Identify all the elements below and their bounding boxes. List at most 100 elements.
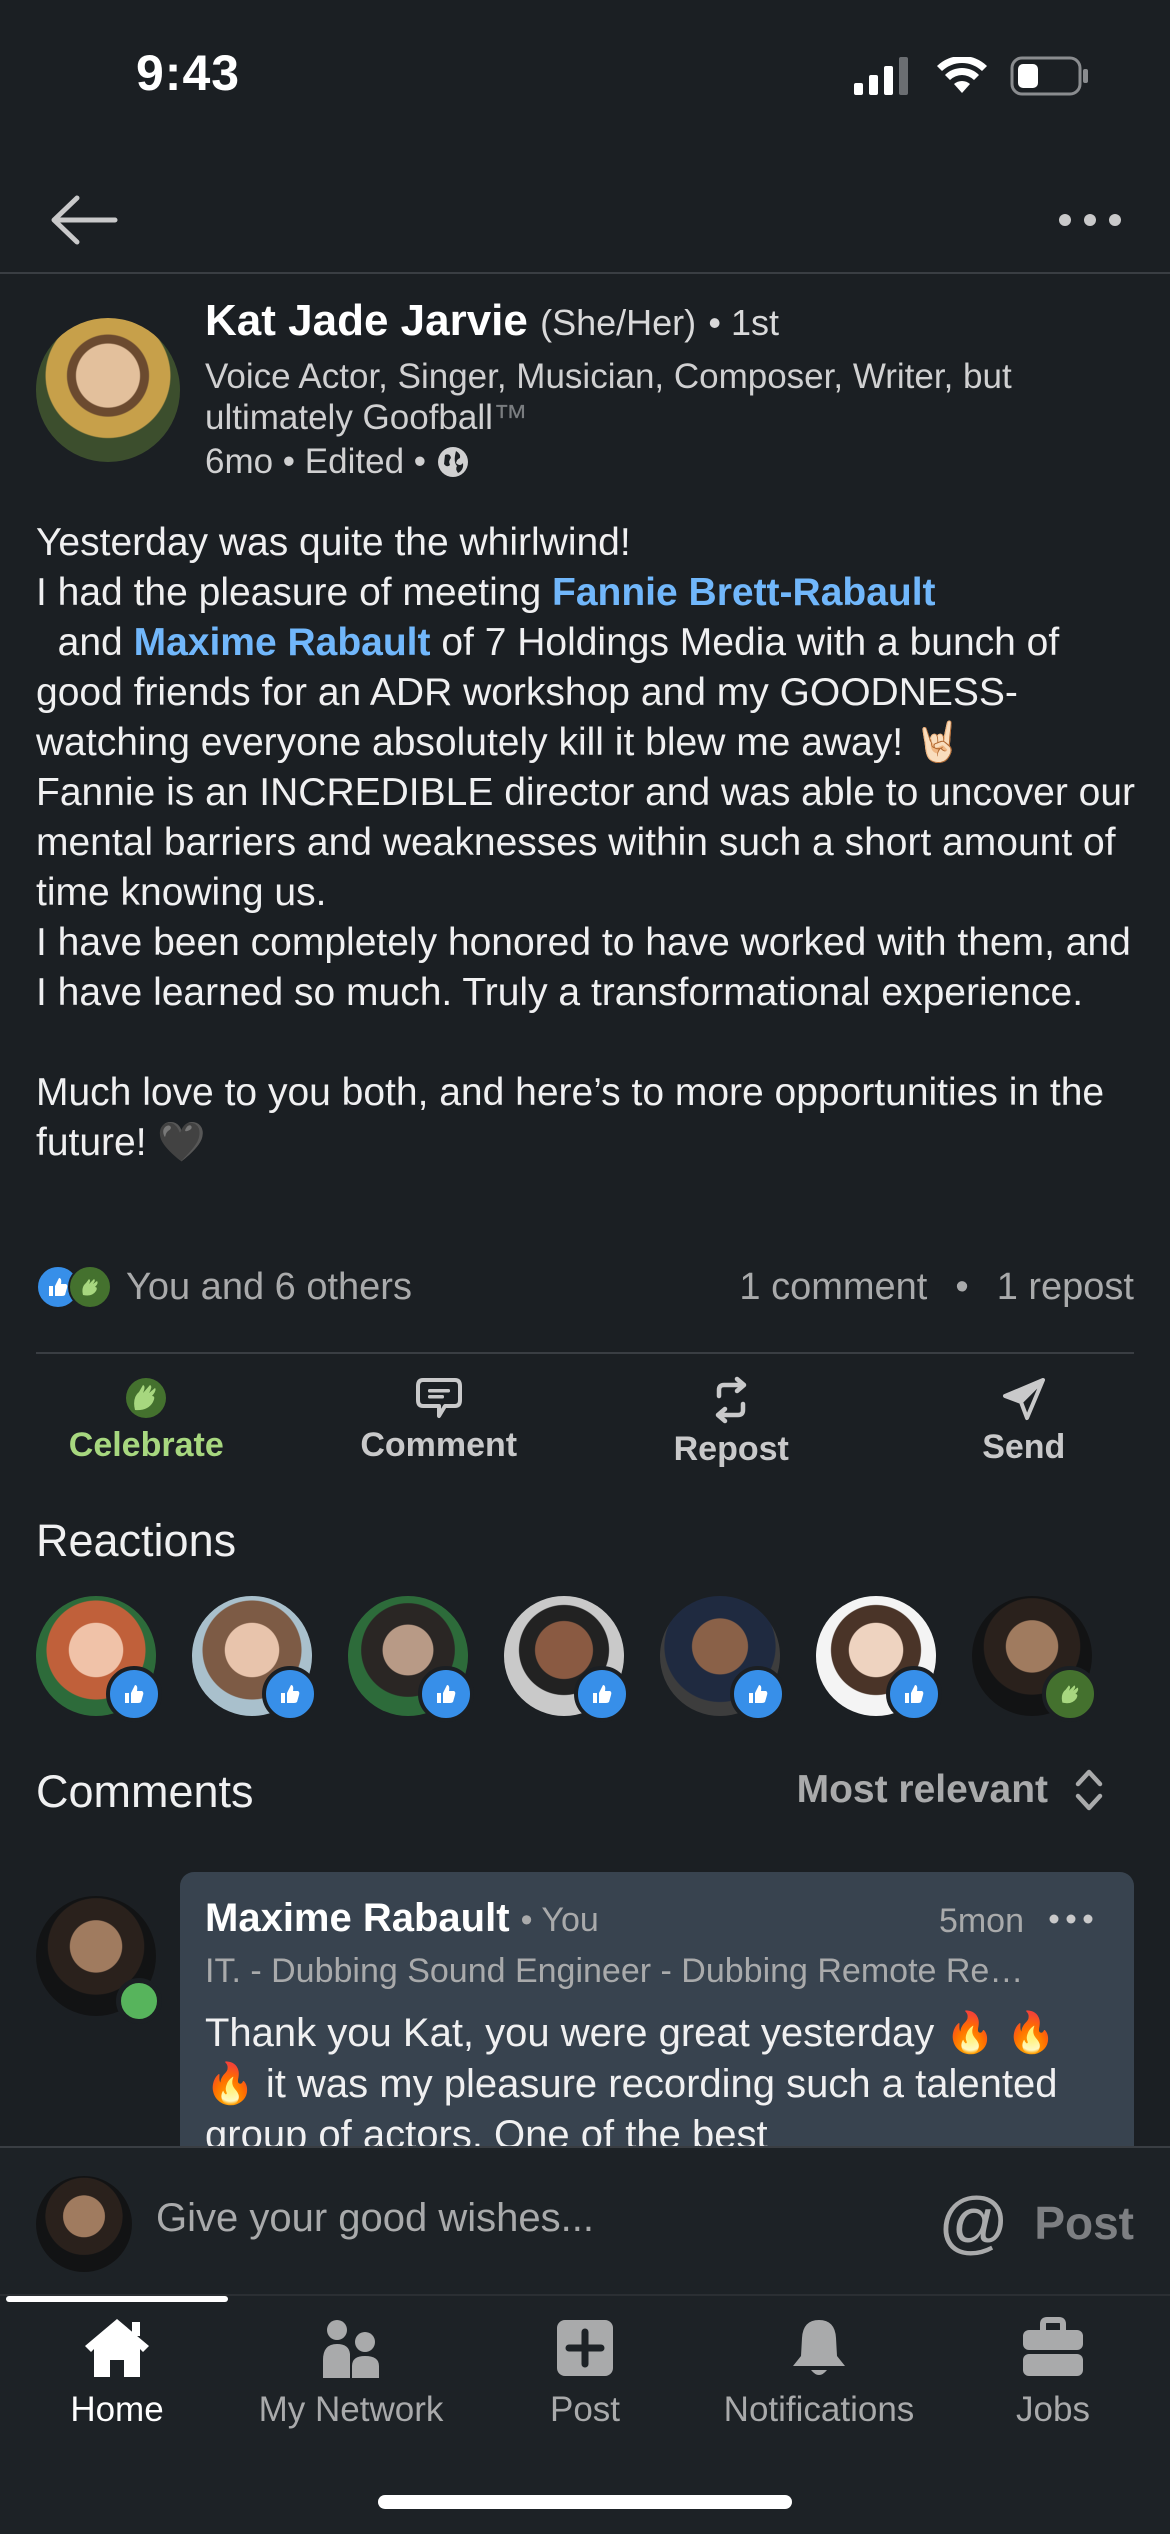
more-horizontal-icon <box>1049 1914 1093 1924</box>
like-badge-icon <box>418 1666 474 1722</box>
status-icons <box>854 56 1090 96</box>
more-options-button[interactable] <box>1050 180 1130 260</box>
nav-post-label: Post <box>550 2390 620 2430</box>
comment-input[interactable]: Give your good wishes... <box>156 2196 594 2241</box>
connection-degree: • 1st <box>708 302 779 343</box>
back-button[interactable] <box>44 180 124 260</box>
celebrate-reaction-icon <box>68 1265 112 1309</box>
online-status-dot <box>116 1978 162 2024</box>
repost-icon <box>709 1376 753 1424</box>
comment-text: Thank you Kat, you were great yesterday … <box>205 2008 1105 2161</box>
author-headline-text: Voice Actor, Singer, Musician, Composer,… <box>205 357 1012 437</box>
nav-my-network[interactable]: My Network <box>234 2316 468 2430</box>
arrow-left-icon <box>49 195 119 245</box>
reactions-count[interactable]: You and 6 others <box>126 1266 412 1309</box>
globe-icon <box>436 445 470 479</box>
reactor-avatar[interactable] <box>660 1596 780 1716</box>
comment-icon <box>415 1376 463 1420</box>
like-badge-icon <box>106 1666 162 1722</box>
reactor-avatar[interactable] <box>36 1596 156 1716</box>
home-indicator <box>378 2495 792 2509</box>
nav-my-network-label: My Network <box>259 2390 444 2430</box>
nav-home[interactable]: Home <box>0 2316 234 2430</box>
post-plus-icon <box>553 2316 617 2380</box>
send-label: Send <box>982 1428 1065 1467</box>
nav-home-label: Home <box>70 2390 163 2430</box>
author-avatar[interactable] <box>36 318 180 462</box>
like-badge-icon <box>730 1666 786 1722</box>
commenter-name-line[interactable]: Maxime Rabault • You <box>205 1896 599 1941</box>
reactor-avatar[interactable] <box>816 1596 936 1716</box>
comment-composer: Give your good wishes... @ Post <box>0 2146 1170 2296</box>
celebrate-label: Celebrate <box>69 1426 224 1465</box>
nav-post[interactable]: Post <box>468 2316 702 2430</box>
sort-toggle-icon <box>1074 1766 1104 1814</box>
post-line: Yesterday was quite the whirlwind! <box>36 518 1146 568</box>
repost-button[interactable]: Repost <box>585 1370 878 1480</box>
reactor-avatar[interactable] <box>348 1596 468 1716</box>
post-text: I had the pleasure of meeting <box>36 571 552 614</box>
active-tab-indicator <box>6 2296 228 2302</box>
send-button[interactable]: Send <box>878 1370 1170 1480</box>
post-text: and <box>36 621 134 664</box>
reposts-count[interactable]: 1 repost <box>997 1266 1134 1309</box>
comment-more-button[interactable] <box>1046 1894 1096 1944</box>
author-name-line[interactable]: Kat Jade Jarvie (She/Her) • 1st <box>205 296 779 346</box>
wifi-icon <box>936 57 988 95</box>
post-line: I had the pleasure of meeting Fannie Bre… <box>36 568 1146 768</box>
like-badge-icon <box>262 1666 318 1722</box>
reactions-title: Reactions <box>36 1515 236 1567</box>
trademark-mark: ™ <box>493 398 528 437</box>
mention-link[interactable]: Fannie Brett-Rabault <box>552 571 936 614</box>
post-meta: 6mo • Edited • <box>205 442 470 482</box>
mention-at-button[interactable]: @ <box>938 2182 1009 2262</box>
nav-jobs[interactable]: Jobs <box>936 2316 1170 2430</box>
more-horizontal-icon <box>1058 213 1122 227</box>
signal-icon <box>854 57 914 95</box>
reactor-avatar[interactable] <box>192 1596 312 1716</box>
like-badge-icon <box>574 1666 630 1722</box>
post-line: Much love to you both, and here’s to mor… <box>36 1068 1146 1168</box>
you-tag: • You <box>521 1901 599 1939</box>
counts-separator: • <box>955 1266 968 1309</box>
sort-label: Most relevant <box>797 1768 1048 1812</box>
briefcase-icon <box>1021 2316 1085 2380</box>
repost-label: Repost <box>674 1430 789 1469</box>
comment-repost-counts: 1 comment • 1 repost <box>739 1266 1134 1309</box>
celebrate-badge-icon <box>1042 1666 1098 1722</box>
post-spacer <box>36 1018 1146 1068</box>
divider <box>36 1352 1134 1354</box>
home-icon <box>82 2316 152 2380</box>
author-headline: Voice Actor, Singer, Musician, Composer,… <box>205 356 1135 438</box>
network-icon <box>319 2316 383 2380</box>
celebrate-icon <box>124 1376 168 1420</box>
celebrate-button[interactable]: Celebrate <box>0 1370 293 1480</box>
reactor-avatar[interactable] <box>504 1596 624 1716</box>
status-time: 9:43 <box>136 44 240 102</box>
post-line: Fannie is an INCREDIBLE director and was… <box>36 768 1146 918</box>
reactor-avatar[interactable] <box>972 1596 1092 1716</box>
reactors-list <box>36 1596 1146 1720</box>
post-comment-button[interactable]: Post <box>1034 2196 1134 2250</box>
comments-count[interactable]: 1 comment <box>739 1266 927 1309</box>
commenter-headline: IT. - Dubbing Sound Engineer - Dubbing R… <box>205 1952 1025 1991</box>
post-line: I have been completely honored to have w… <box>36 918 1146 1018</box>
reactions-summary[interactable]: You and 6 others <box>36 1265 412 1309</box>
nav-jobs-label: Jobs <box>1016 2390 1090 2430</box>
nav-notifications-label: Notifications <box>724 2390 915 2430</box>
send-icon <box>1001 1376 1047 1422</box>
nav-notifications[interactable]: Notifications <box>702 2316 936 2430</box>
social-counts: You and 6 others 1 comment • 1 repost <box>36 1262 1134 1312</box>
post-header <box>0 160 1170 274</box>
comments-title: Comments <box>36 1766 254 1818</box>
comment-button[interactable]: Comment <box>293 1370 586 1480</box>
comment-bubble: Maxime Rabault • You 5mon IT. - Dubbing … <box>180 1872 1134 2162</box>
author-name[interactable]: Kat Jade Jarvie <box>205 296 528 345</box>
battery-icon <box>1010 56 1090 96</box>
commenter-name[interactable]: Maxime Rabault <box>205 1896 510 1940</box>
sort-dropdown[interactable]: Most relevant <box>797 1766 1104 1814</box>
post-actions: Celebrate Comment Repost Send <box>0 1370 1170 1480</box>
my-avatar <box>36 2176 132 2272</box>
post-body: Yesterday was quite the whirlwind! I had… <box>36 518 1146 1168</box>
mention-link[interactable]: Maxime Rabault <box>134 621 431 664</box>
